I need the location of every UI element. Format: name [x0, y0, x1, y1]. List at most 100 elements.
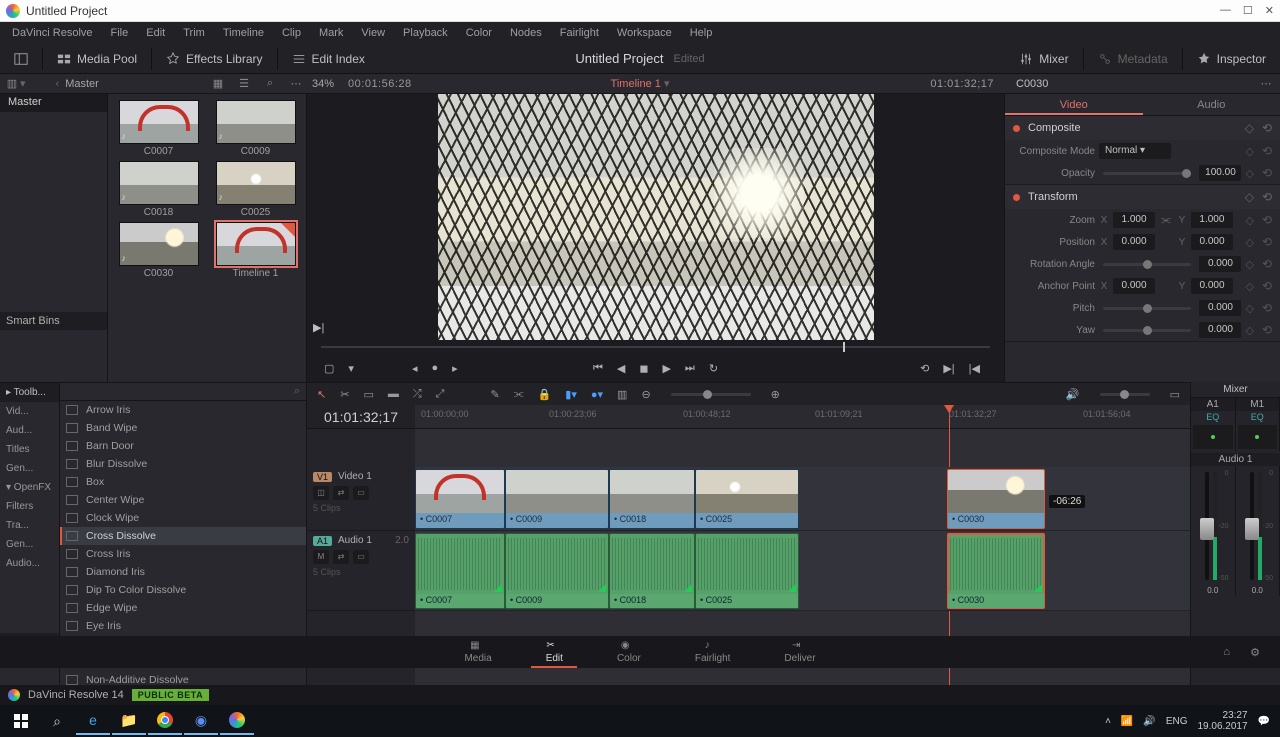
- video-clip-c0007[interactable]: • C0007: [415, 469, 505, 529]
- yaw-value[interactable]: 0.000: [1199, 322, 1241, 338]
- reset-icon[interactable]: ⟲: [1262, 121, 1272, 135]
- crop-icon[interactable]: ▢: [324, 362, 334, 375]
- pan-control[interactable]: [1238, 425, 1278, 449]
- marker-icon[interactable]: ●▾: [591, 388, 603, 401]
- composite-mode-dropdown[interactable]: Normal ▾: [1099, 143, 1171, 159]
- fx-cat-filters[interactable]: Filters: [0, 497, 59, 516]
- clip-c0007[interactable]: ♪C0007: [114, 100, 203, 157]
- transition-cross-iris[interactable]: Cross Iris: [60, 545, 306, 563]
- transition-band-wipe[interactable]: Band Wipe: [60, 419, 306, 437]
- fader-a1[interactable]: 0-20-500.0: [1191, 466, 1236, 596]
- clip-c0030[interactable]: ♪C0030: [114, 222, 203, 279]
- effects-library-toggle[interactable]: Effects Library: [156, 49, 272, 69]
- pan-control[interactable]: [1193, 425, 1233, 449]
- edit-index-toggle[interactable]: Edit Index: [282, 49, 375, 69]
- volume-tray-icon[interactable]: 🔊: [1143, 716, 1155, 727]
- keyframe-icon[interactable]: ◇: [1245, 145, 1253, 158]
- play-icon[interactable]: ▶: [662, 362, 670, 375]
- menu-timeline[interactable]: Timeline: [215, 25, 272, 41]
- track-header-v1[interactable]: V1Video 1 ◫⇄▭ 5 Clips: [307, 467, 415, 531]
- maximize-button[interactable]: ☐: [1243, 4, 1253, 17]
- pos-y[interactable]: 0.000: [1191, 234, 1233, 250]
- stop-icon[interactable]: ◼: [639, 362, 648, 375]
- link-tool-icon[interactable]: ⫘: [514, 388, 524, 401]
- menu-mark[interactable]: Mark: [311, 25, 351, 41]
- clip-c0018[interactable]: ♪C0018: [114, 161, 203, 218]
- yaw-slider[interactable]: [1103, 329, 1191, 332]
- menu-fairlight[interactable]: Fairlight: [552, 25, 607, 41]
- bin-tree[interactable]: Master Smart Bins: [0, 94, 108, 382]
- transition-arrow-iris[interactable]: Arrow Iris: [60, 401, 306, 419]
- resolve-icon[interactable]: [220, 707, 254, 735]
- snap-icon[interactable]: ▥: [617, 388, 627, 401]
- transition-dip-to-color-dissolve[interactable]: Dip To Color Dissolve: [60, 581, 306, 599]
- menu-davinci-resolve[interactable]: DaVinci Resolve: [4, 25, 101, 41]
- lock-icon[interactable]: 🔒: [538, 388, 552, 401]
- page-tab-fairlight[interactable]: ♪Fairlight: [695, 640, 731, 664]
- close-button[interactable]: ✕: [1265, 4, 1274, 17]
- layout-button[interactable]: [4, 49, 38, 69]
- video-clip-c0009[interactable]: • C0009: [505, 469, 609, 529]
- clip-c0009[interactable]: ♪C0009: [211, 100, 300, 157]
- rotation-slider[interactable]: [1103, 263, 1191, 266]
- eq-button[interactable]: EQ: [1191, 411, 1235, 423]
- menu-clip[interactable]: Clip: [274, 25, 309, 41]
- explorer-icon[interactable]: 📁: [112, 707, 146, 735]
- page-tab-media[interactable]: ▦Media: [464, 640, 491, 664]
- fx-cat-gen[interactable]: Gen...: [0, 535, 59, 554]
- options-icon[interactable]: ⋯: [288, 76, 304, 92]
- eq-button[interactable]: EQ: [1236, 411, 1280, 423]
- reset-icon[interactable]: ⟲: [1262, 190, 1272, 204]
- page-tab-edit[interactable]: ✂Edit: [546, 640, 563, 664]
- master-bin[interactable]: Master: [0, 94, 107, 112]
- network-icon[interactable]: 📶: [1121, 716, 1133, 727]
- zoom-y[interactable]: 1.000: [1191, 212, 1233, 228]
- arm-icon[interactable]: ▭: [353, 550, 369, 564]
- auto-select-icon[interactable]: ◫: [313, 486, 329, 500]
- track-header-a1[interactable]: A1Audio 12.0 M⇄▭ 5 Clips: [307, 531, 415, 611]
- keyframe-icon[interactable]: ◇: [1245, 167, 1253, 180]
- audio-clip-c0007[interactable]: • C0007: [415, 533, 505, 609]
- prev-clip-icon[interactable]: |◀: [969, 362, 980, 375]
- next-clip-icon[interactable]: ▶|: [943, 362, 954, 375]
- fx-cat-audio[interactable]: Audio...: [0, 554, 59, 573]
- mute-icon[interactable]: M: [313, 550, 329, 564]
- opacity-slider[interactable]: [1103, 172, 1191, 175]
- language-indicator[interactable]: ENG: [1166, 716, 1188, 727]
- zoom-out-icon[interactable]: ⊖: [641, 388, 650, 401]
- chrome-icon[interactable]: [148, 707, 182, 735]
- fit-icon[interactable]: ⤢: [436, 388, 445, 401]
- prev-edit-icon[interactable]: ◂: [412, 362, 418, 375]
- menu-file[interactable]: File: [103, 25, 137, 41]
- page-tab-deliver[interactable]: ⇥Deliver: [784, 640, 815, 664]
- fx-cat-tra[interactable]: Tra...: [0, 516, 59, 535]
- search-icon[interactable]: ⌕: [294, 385, 300, 398]
- transition-center-wipe[interactable]: Center Wipe: [60, 491, 306, 509]
- transform-section-header[interactable]: Transform◇⟲: [1005, 185, 1280, 209]
- transition-non-additive-dissolve[interactable]: Non-Additive Dissolve: [60, 671, 306, 685]
- dim-icon[interactable]: ▭: [1170, 388, 1180, 401]
- marker-tool-icon[interactable]: ✎: [490, 388, 499, 401]
- next-edit-icon[interactable]: ▸: [452, 362, 458, 375]
- pitch-slider[interactable]: [1103, 307, 1191, 310]
- fx-cat-vid[interactable]: Vid...: [0, 402, 59, 421]
- mixer-toggle[interactable]: Mixer: [1009, 49, 1078, 69]
- edge-icon[interactable]: e: [76, 707, 110, 735]
- opacity-value[interactable]: 100.00: [1199, 165, 1241, 181]
- selection-tool-icon[interactable]: ↖: [317, 388, 326, 401]
- timeline-name[interactable]: Timeline 1 ▾: [611, 77, 670, 90]
- inspector-toggle[interactable]: Inspector: [1187, 49, 1276, 69]
- viewer-scrubber[interactable]: [321, 340, 990, 354]
- transition-cross-dissolve[interactable]: Cross Dissolve: [60, 527, 306, 545]
- page-tab-color[interactable]: ◉Color: [617, 640, 641, 664]
- go-start-icon[interactable]: ⏮: [593, 362, 603, 375]
- reset-icon[interactable]: ⟲: [1262, 166, 1272, 180]
- inspector-tab-video[interactable]: Video: [1005, 94, 1143, 115]
- viewer-zoom[interactable]: 34%: [312, 78, 334, 90]
- chevron-down-icon[interactable]: ▾: [664, 78, 670, 90]
- transition-blur-dissolve[interactable]: Blur Dissolve: [60, 455, 306, 473]
- zoom-x[interactable]: 1.000: [1113, 212, 1155, 228]
- lock-track-icon[interactable]: ⇄: [333, 486, 349, 500]
- fader-m1[interactable]: 0-20-500.0: [1236, 466, 1280, 596]
- video-clip-c0018[interactable]: • C0018: [609, 469, 695, 529]
